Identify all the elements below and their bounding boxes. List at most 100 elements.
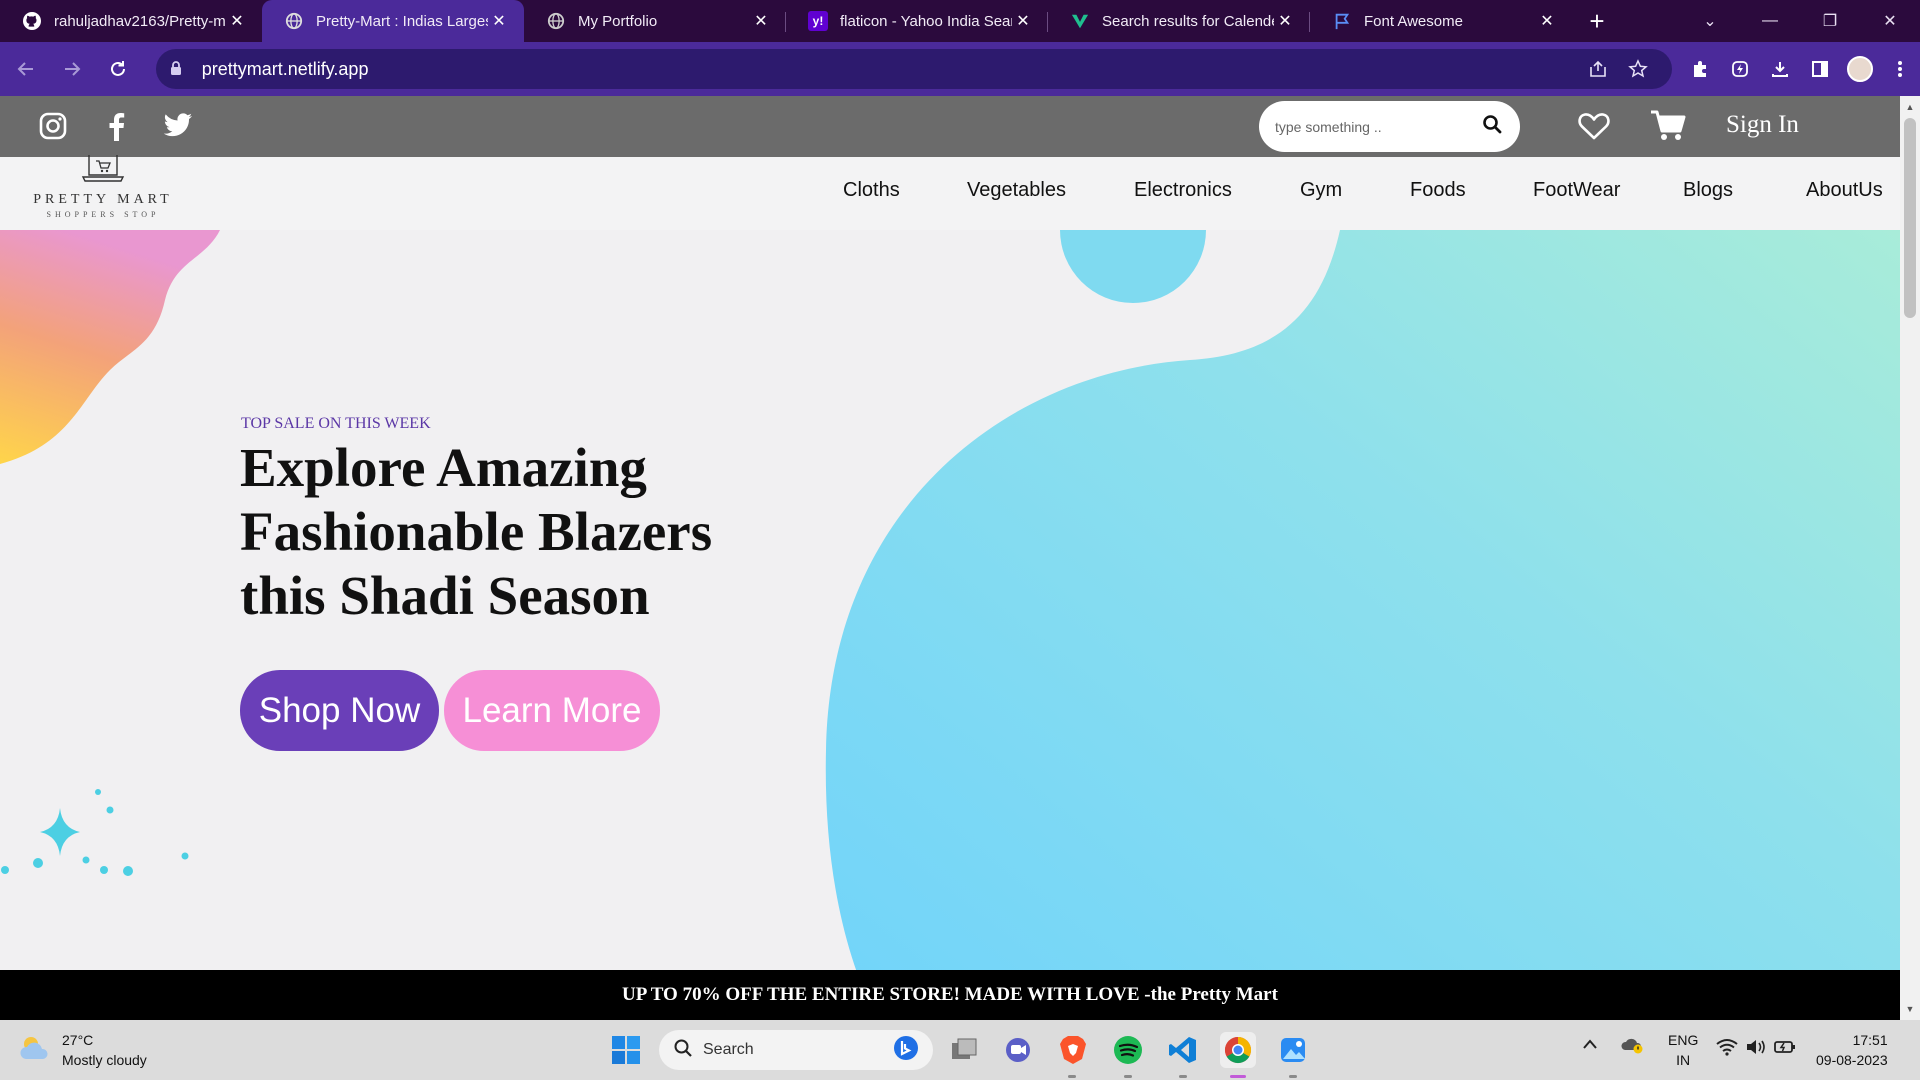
shop-now-button[interactable]: Shop Now <box>240 670 439 751</box>
weather-desc: Mostly cloudy <box>62 1052 147 1068</box>
promo-banner: UP TO 70% OFF THE ENTIRE STORE! MADE WIT… <box>0 970 1900 1020</box>
logo-title: PRETTY MART <box>33 192 173 207</box>
share-icon[interactable] <box>1578 59 1618 79</box>
bookmark-star-icon[interactable] <box>1618 59 1658 79</box>
photos-icon[interactable] <box>1275 1032 1311 1068</box>
top-bar: Sign In <box>0 96 1900 157</box>
taskbar-search-label: Search <box>703 1041 754 1058</box>
nav-item-cloths[interactable]: Cloths <box>843 179 900 202</box>
close-icon[interactable]: ✕ <box>488 10 510 32</box>
window-close-icon[interactable]: ✕ <box>1860 0 1920 42</box>
spotify-icon[interactable] <box>1110 1032 1146 1068</box>
laptop-cart-icon <box>81 155 125 182</box>
instagram-icon[interactable] <box>35 108 71 144</box>
scroll-up-icon[interactable]: ▲ <box>1900 98 1920 116</box>
vector-icon <box>1070 11 1090 31</box>
download-icon[interactable] <box>1760 49 1800 89</box>
search-input[interactable] <box>1275 118 1482 135</box>
back-icon[interactable] <box>6 49 46 89</box>
side-panel-icon[interactable] <box>1800 49 1840 89</box>
weather-widget[interactable]: 27°C Mostly cloudy <box>18 1030 147 1070</box>
wifi-icon[interactable] <box>1716 1038 1738 1061</box>
extensions-icon[interactable] <box>1680 49 1720 89</box>
twitter-icon[interactable] <box>160 108 196 144</box>
headline-line: this Shadi Season <box>240 565 650 626</box>
vscode-icon[interactable] <box>1165 1032 1201 1068</box>
volume-icon[interactable] <box>1745 1038 1767 1061</box>
language-indicator[interactable]: ENG IN <box>1668 1030 1698 1070</box>
nav-item-aboutus[interactable]: AboutUs <box>1806 179 1883 202</box>
reload-icon[interactable] <box>98 49 138 89</box>
running-indicator <box>1124 1075 1132 1078</box>
restore-icon[interactable]: ❐ <box>1800 0 1860 42</box>
blue-circle <box>1060 230 1206 303</box>
cloudy-weather-icon <box>18 1033 52 1068</box>
close-icon[interactable]: ✕ <box>1012 10 1034 32</box>
close-icon[interactable]: ✕ <box>226 10 248 32</box>
tab-search-icon[interactable]: ⌄ <box>1680 0 1740 42</box>
close-icon[interactable]: ✕ <box>1536 10 1558 32</box>
search-icon[interactable] <box>1482 114 1502 139</box>
battery-icon[interactable] <box>1774 1038 1796 1061</box>
tab-yahoo[interactable]: y! flaticon - Yahoo India Search ✕ <box>786 0 1048 42</box>
tab-pretty-mart[interactable]: Pretty-Mart : Indias Largest ✕ <box>262 0 524 42</box>
clock-date: 09-08-2023 <box>1816 1052 1888 1068</box>
teams-chat-icon[interactable] <box>1000 1032 1036 1068</box>
task-view-icon[interactable] <box>946 1032 982 1068</box>
scroll-down-icon[interactable]: ▼ <box>1900 1000 1920 1018</box>
extension-icon[interactable] <box>1720 49 1760 89</box>
close-icon[interactable]: ✕ <box>750 10 772 32</box>
sign-in-link[interactable]: Sign In <box>1726 111 1799 139</box>
weather-temp: 27°C <box>62 1032 94 1048</box>
globe-icon <box>546 11 566 31</box>
clock[interactable]: 17:51 09-08-2023 <box>1816 1030 1888 1070</box>
facebook-icon[interactable] <box>98 108 134 144</box>
chrome-icon[interactable] <box>1220 1032 1256 1068</box>
nav-item-blogs[interactable]: Blogs <box>1683 179 1733 202</box>
taskbar-search[interactable]: Search <box>659 1030 933 1070</box>
forward-icon[interactable] <box>52 49 92 89</box>
tab-vecteezy[interactable]: Search results for Calender ✕ <box>1048 0 1310 42</box>
learn-more-button[interactable]: Learn More <box>444 670 660 751</box>
menu-kebab-icon[interactable] <box>1880 49 1920 89</box>
chevron-up-icon[interactable] <box>1582 1036 1598 1056</box>
bing-icon <box>893 1035 919 1066</box>
tab-title: flaticon - Yahoo India Search <box>840 12 1012 30</box>
scrollbar-thumb[interactable] <box>1904 118 1916 318</box>
cart-icon[interactable] <box>1648 106 1688 146</box>
tab-portfolio[interactable]: My Portfolio ✕ <box>524 0 786 42</box>
profile-avatar[interactable] <box>1840 49 1880 89</box>
tab-font-awesome[interactable]: Font Awesome ✕ <box>1310 0 1572 42</box>
nav-item-electronics[interactable]: Electronics <box>1134 179 1232 202</box>
headline-line: Explore Amazing <box>240 437 647 498</box>
nav-item-vegetables[interactable]: Vegetables <box>967 179 1066 202</box>
windows-start-icon[interactable] <box>608 1032 644 1068</box>
running-indicator <box>1068 1075 1076 1078</box>
tab-github[interactable]: rahuljadhav2163/Pretty-mart ✕ <box>0 0 262 42</box>
language-code: ENG <box>1668 1032 1699 1048</box>
wishlist-heart-icon[interactable] <box>1576 108 1612 144</box>
nav-item-footwear[interactable]: FootWear <box>1533 179 1620 202</box>
address-bar[interactable]: prettymart.netlify.app <box>155 49 1673 89</box>
lock-icon <box>170 60 192 78</box>
nav-item-foods[interactable]: Foods <box>1410 179 1466 202</box>
tab-title: rahuljadhav2163/Pretty-mart <box>54 12 226 30</box>
globe-icon <box>284 11 304 31</box>
active-indicator <box>1230 1075 1246 1078</box>
github-icon <box>22 11 42 31</box>
region-code: IN <box>1676 1052 1691 1068</box>
pretty-mart-logo[interactable]: PRETTY MART SHOPPERS STOP <box>28 155 178 230</box>
page-scrollbar[interactable]: ▲ ▼ <box>1900 96 1920 1020</box>
clock-time: 17:51 <box>1852 1032 1888 1048</box>
sparkles <box>1 789 189 876</box>
nav-item-gym[interactable]: Gym <box>1300 179 1342 202</box>
blue-blob <box>825 230 1900 1020</box>
new-tab-button[interactable]: + <box>1572 0 1622 42</box>
running-indicator <box>1179 1075 1187 1078</box>
onedrive-warning-icon[interactable] <box>1620 1036 1644 1059</box>
search-box[interactable] <box>1259 101 1520 152</box>
minimize-icon[interactable]: — <box>1740 0 1800 42</box>
brave-browser-icon[interactable] <box>1055 1032 1091 1068</box>
tab-title: My Portfolio <box>578 12 658 30</box>
close-icon[interactable]: ✕ <box>1274 10 1296 32</box>
